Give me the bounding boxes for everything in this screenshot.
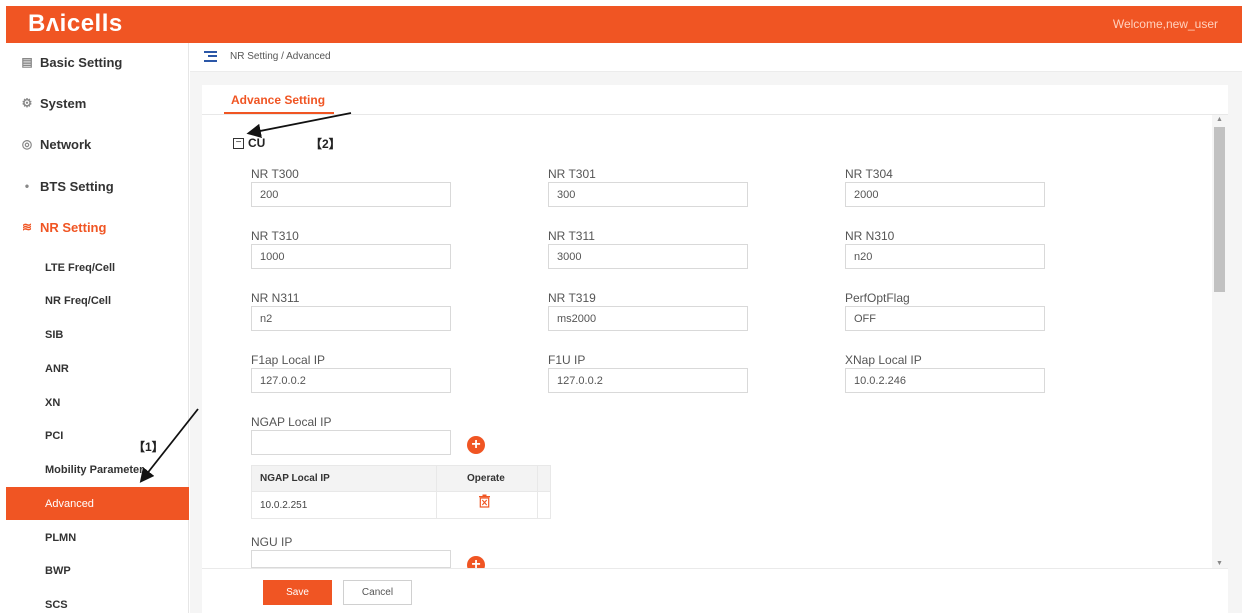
globe-icon: ◎ — [21, 137, 33, 151]
label-nr-t310: NR T310 — [251, 229, 299, 243]
sidebar-subitem-label: NR Freq/Cell — [45, 295, 112, 307]
delete-icon[interactable] — [478, 494, 491, 508]
sidebar-subitem-sib[interactable]: SIB — [6, 318, 189, 351]
label-nr-t304: NR T304 — [845, 167, 893, 181]
annotation-label-2: 【2】 — [310, 137, 341, 151]
document-icon: ▤ — [21, 55, 33, 69]
sidebar-item-label: System — [40, 96, 87, 111]
sidebar-item-label: Network — [40, 137, 92, 152]
section-title-cu: CU — [248, 136, 266, 150]
sidebar: ▤ Basic Setting ⚙ System ◎ Network • BTS… — [6, 43, 189, 613]
sidebar-subitem-label: Mobility Parameter — [45, 464, 144, 476]
sidebar-item-nr-setting[interactable]: ≋ NR Setting — [6, 209, 189, 245]
sidebar-item-label: NR Setting — [40, 220, 107, 235]
tab-divider — [202, 114, 1228, 115]
label-xnap-local-ip: XNap Local IP — [845, 353, 922, 367]
input-nr-t310[interactable] — [251, 244, 451, 269]
gear-icon: ⚙ — [21, 96, 33, 110]
sidebar-item-system[interactable]: ⚙ System — [6, 85, 189, 121]
sidebar-item-label: Basic Setting — [40, 55, 123, 70]
input-nr-n310[interactable] — [845, 244, 1045, 269]
sidebar-subitem-nr-freq-cell[interactable]: NR Freq/Cell — [6, 284, 189, 317]
input-ngu-ip[interactable] — [251, 550, 451, 568]
scrollbar[interactable]: ▲ ▼ — [1212, 115, 1228, 568]
sidebar-subitem-label: PCI — [45, 430, 64, 442]
label-perfoptflag: PerfOptFlag — [845, 291, 910, 305]
input-f1ap-local-ip[interactable] — [251, 368, 451, 393]
label-ngap-local-ip: NGAP Local IP — [251, 415, 332, 429]
sidebar-subitem-label: XN — [45, 397, 61, 409]
signal-icon: ≋ — [21, 220, 33, 234]
table-cell-ngap-ip: 10.0.2.251 — [260, 500, 308, 511]
label-nr-n311: NR N311 — [251, 291, 300, 305]
input-nr-t301[interactable] — [548, 182, 748, 207]
input-f1u-ip[interactable] — [548, 368, 748, 393]
footer-actions: Save Cancel — [202, 568, 1228, 613]
brand-logo[interactable]: Bʌicells — [28, 10, 123, 38]
label-nr-t301: NR T301 — [548, 167, 596, 181]
input-nr-t319[interactable] — [548, 306, 748, 331]
settings-panel: Advance Setting — [202, 85, 1228, 613]
sidebar-subitem-xn[interactable]: XN — [6, 386, 189, 419]
sidebar-item-network[interactable]: ◎ Network — [6, 126, 189, 162]
label-nr-t311: NR T311 — [548, 229, 595, 243]
cancel-button[interactable]: Cancel — [343, 580, 412, 605]
label-ngu-ip: NGU IP — [251, 535, 293, 549]
input-nr-t304[interactable] — [845, 182, 1045, 207]
breadcrumb: NR Setting / Advanced — [230, 51, 331, 62]
label-nr-t319: NR T319 — [548, 291, 596, 305]
scrollbar-thumb[interactable] — [1214, 127, 1225, 292]
ngap-table: NGAP Local IP Operate 10.0.2.251 — [251, 465, 551, 519]
table-col-divider — [537, 466, 538, 518]
label-f1u-ip: F1U IP — [548, 353, 586, 367]
breadcrumb-bar: NR Setting / Advanced — [190, 43, 1242, 72]
top-bar: Bʌicells Welcome,new_user — [6, 6, 1242, 43]
sidebar-subitem-label: ANR — [45, 363, 69, 375]
table-header-ngap-ip: NGAP Local IP — [260, 473, 330, 484]
save-button[interactable]: Save — [263, 580, 332, 605]
sidebar-subitem-anr[interactable]: ANR — [6, 352, 189, 385]
collapse-icon[interactable]: − — [233, 138, 244, 149]
scroll-up-arrow-icon[interactable]: ▲ — [1216, 116, 1223, 123]
table-divider — [252, 491, 550, 492]
sidebar-subitem-label: SIB — [45, 329, 64, 341]
sidebar-item-label: BTS Setting — [40, 179, 114, 194]
sidebar-subitem-lte-freq-cell[interactable]: LTE Freq/Cell — [6, 251, 189, 284]
sidebar-subitem-advanced[interactable]: Advanced — [6, 487, 189, 520]
sidebar-item-bts-setting[interactable]: • BTS Setting — [6, 168, 189, 204]
menu-fold-icon[interactable] — [204, 51, 217, 62]
table-header-operate: Operate — [467, 473, 505, 484]
input-nr-n311[interactable] — [251, 306, 451, 331]
scroll-down-arrow-icon[interactable]: ▼ — [1216, 560, 1223, 567]
sidebar-subitem-label: PLMN — [45, 532, 77, 544]
sidebar-subitem-plmn[interactable]: PLMN — [6, 521, 189, 554]
input-nr-t311[interactable] — [548, 244, 748, 269]
welcome-user[interactable]: Welcome,new_user — [1113, 17, 1218, 31]
annotation-label-1: 【1】 — [133, 440, 164, 454]
label-nr-n310: NR N310 — [845, 229, 895, 243]
sidebar-subitem-label: LTE Freq/Cell — [45, 262, 116, 274]
label-f1ap-local-ip: F1ap Local IP — [251, 353, 326, 367]
input-ngap-local-ip[interactable] — [251, 430, 451, 455]
sidebar-subitem-scs[interactable]: SCS — [6, 588, 189, 613]
label-nr-t300: NR T300 — [251, 167, 299, 181]
input-xnap-local-ip[interactable] — [845, 368, 1045, 393]
sidebar-subitem-label: Advanced — [45, 498, 94, 510]
table-col-divider — [436, 466, 437, 518]
input-perfoptflag[interactable] — [845, 306, 1045, 331]
input-nr-t300[interactable] — [251, 182, 451, 207]
sidebar-subitem-label: SCS — [45, 599, 68, 611]
sidebar-subitem-mobility-parameter[interactable]: Mobility Parameter — [6, 453, 189, 486]
sidebar-subitem-label: BWP — [45, 565, 71, 577]
sidebar-item-basic-setting[interactable]: ▤ Basic Setting — [6, 44, 189, 80]
tab-advance-setting[interactable]: Advance Setting — [231, 93, 325, 107]
antenna-icon: • — [24, 179, 30, 193]
sidebar-subitem-bwp[interactable]: BWP — [6, 554, 189, 587]
add-ngap-button[interactable]: + — [467, 436, 485, 454]
